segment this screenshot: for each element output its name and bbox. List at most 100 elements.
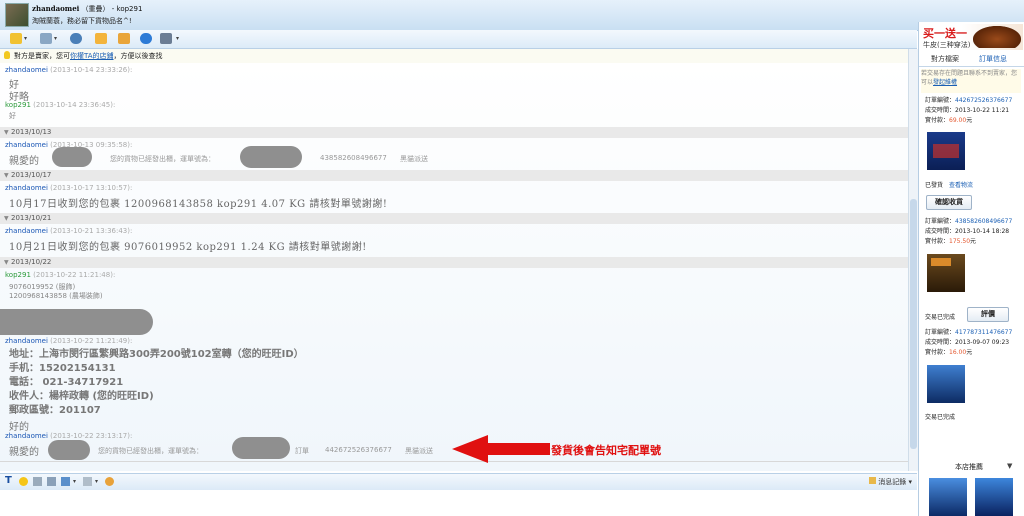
track-shipment-link[interactable]: 查看物流 — [949, 182, 973, 189]
postcode-line: 郵政區號：201107 — [9, 405, 101, 416]
message-text: 好 — [9, 112, 16, 120]
recipient-line: 收件人：楊梓政轉 (您的旺旺ID) — [9, 391, 154, 402]
title-bar: zhandaomei （重疊） - kop291 淘賊蘭蓑，務必留下貨物品名^! — [0, 0, 1024, 31]
tab-profile[interactable]: 對方檔案 — [931, 54, 959, 64]
sender-name: zhandaomei — [5, 432, 48, 440]
recommend-image[interactable] — [975, 478, 1013, 516]
confirm-receipt-button[interactable]: 確認收貨 — [926, 195, 972, 210]
chevron-down-icon[interactable]: ▾ — [24, 35, 27, 42]
ad-subtitle: 牛皮(三种穿法) — [923, 41, 971, 49]
contact-icon[interactable] — [160, 33, 172, 44]
tel-line: 電話： 021-34717921 — [9, 377, 124, 388]
product-image[interactable] — [927, 365, 965, 403]
review-button[interactable]: 評價 — [967, 307, 1009, 322]
message-greeting: 親愛的 — [9, 447, 39, 458]
template-icon[interactable] — [61, 477, 70, 486]
redacted-image — [0, 309, 153, 335]
chevron-down-icon[interactable]: ▾ — [54, 35, 57, 42]
tracking-number: 442672526376677 — [325, 446, 392, 454]
sender-name: zhandaomei — [5, 141, 48, 149]
collapse-icon[interactable]: ▼ — [4, 172, 9, 179]
collapse-icon[interactable]: ▼ — [4, 129, 9, 136]
timestamp: (2013-10-22 23:13:17): — [50, 432, 133, 440]
chat-history[interactable]: zhandaomei (2013-10-14 23:33:26): 好 好略 k… — [0, 63, 908, 471]
product-image[interactable] — [927, 254, 965, 292]
recommend-image[interactable] — [929, 478, 967, 516]
phrase-icon[interactable] — [83, 477, 92, 486]
order-info: 訂單編號：417787311476677 成交時間：2013-09-07 09:… — [925, 329, 1013, 356]
chevron-down-icon[interactable]: ▾ — [73, 478, 82, 487]
redacted-name — [232, 437, 290, 459]
folder-icon[interactable] — [95, 33, 107, 44]
chevron-down-icon[interactable]: ▾ — [95, 478, 104, 487]
shop-link[interactable]: 你權TA的店鋪 — [70, 52, 114, 60]
sender-name: zhandaomei — [5, 184, 48, 192]
lightbulb-icon — [4, 51, 10, 59]
message-header: zhandaomei (2013-10-22 11:21:49): — [5, 337, 132, 345]
sender-name: zhandaomei — [5, 337, 48, 345]
contact-signature: 淘賊蘭蓑，務必留下貨物品名^! — [32, 17, 132, 25]
order-number[interactable]: 442672526376677 — [955, 97, 1012, 104]
message-header: zhandaomei (2013-10-17 13:10:57): — [5, 184, 132, 192]
shake-icon[interactable] — [105, 477, 114, 486]
tab-orders[interactable]: 訂單信息 — [979, 54, 1007, 64]
order-label: 訂單 — [295, 447, 309, 455]
message-greeting: 親愛的 — [9, 156, 39, 167]
order-status: 已發貨 查看物流 — [925, 182, 974, 189]
chevron-down-icon[interactable]: ▾ — [176, 35, 179, 42]
ad-banner[interactable]: 买一送一 牛皮(三种穿法) — [921, 24, 1023, 50]
folder-icon[interactable] — [10, 33, 22, 44]
message-text: 1200968143858 (農場裝飾) — [9, 292, 103, 300]
history-button[interactable]: 消息記錄 ▾ — [869, 477, 912, 487]
title-separator: - — [109, 5, 117, 13]
message-input[interactable] — [0, 490, 917, 516]
contact-header: zhandaomei （重疊） - kop291 — [32, 4, 142, 14]
redacted-name — [240, 146, 302, 168]
order-status: 交易已完成 — [925, 414, 956, 421]
image-icon[interactable] — [47, 477, 56, 486]
courier-name: 黑貓派送 — [405, 447, 433, 455]
webcam-icon[interactable] — [70, 33, 82, 44]
redacted-name — [48, 440, 90, 460]
notice-suffix: ，方便以後查找 — [113, 52, 163, 60]
order-number[interactable]: 438582608496677 — [955, 218, 1012, 225]
dispute-link[interactable]: 發起維權 — [933, 79, 957, 86]
timestamp: (2013-10-22 11:21:48): — [33, 271, 116, 279]
message-text: 10月21日收到您的包裹 9076019952 kop291 1.24 KG 請… — [9, 242, 367, 253]
timestamp: (2013-10-21 13:36:43): — [50, 227, 133, 235]
chat-toolbar: ▾ ▾ ▾ — [0, 30, 917, 49]
product-image[interactable] — [927, 132, 965, 170]
order-number[interactable]: 417787311476677 — [955, 329, 1012, 336]
chevron-down-icon[interactable]: ▼ — [1007, 462, 1012, 470]
date-separator: ▼ 2013/10/22 — [0, 257, 908, 268]
dispute-tip: 若交易存在問題且聯系不到賣家，您可以發起維權 — [921, 69, 1021, 93]
sender-name: kop291 — [5, 101, 31, 109]
message-text: 您的貨物已經發出櫃，運單號為： — [98, 447, 203, 455]
own-id: kop291 — [116, 5, 143, 13]
contact-avatar[interactable] — [5, 3, 29, 27]
contact-status: （重疊） — [81, 5, 110, 13]
file-icon[interactable] — [118, 33, 130, 44]
chat-scrollbar[interactable] — [908, 49, 918, 471]
courier-name: 黑貓派送 — [400, 155, 428, 163]
collapse-icon[interactable]: ▼ — [4, 215, 9, 222]
timestamp: (2013-10-14 23:33:26): — [50, 66, 133, 74]
sidebar-tabs: 對方檔案 訂單信息 — [919, 52, 1024, 67]
emoji-icon[interactable] — [19, 477, 28, 486]
address-line: 地址：上海市閔行區繁興路300弄200號102室轉（您的旺旺ID） — [9, 349, 304, 360]
notice-bar: 對方是賣家，您可你權TA的店鋪，方便以後查找 — [0, 49, 908, 64]
font-icon[interactable]: T — [5, 475, 14, 486]
sender-name: zhandaomei — [5, 66, 48, 74]
ad-title: 买一送一 — [923, 27, 967, 40]
screenshot-icon[interactable] — [33, 477, 42, 486]
robot-icon[interactable] — [40, 33, 52, 44]
collapse-icon[interactable]: ▼ — [4, 259, 9, 266]
redacted-name — [52, 147, 92, 167]
date-separator: ▼ 2013/10/21 — [0, 213, 908, 224]
globe-icon[interactable] — [140, 33, 152, 44]
message-header: kop291 (2013-10-22 11:21:48): — [5, 271, 115, 279]
timestamp: (2013-10-22 11:21:49): — [50, 337, 133, 345]
history-icon — [869, 477, 877, 484]
message-text: 10月17日收到您的包裹 1200968143858 kop291 4.07 K… — [9, 199, 388, 210]
scroll-thumb[interactable] — [910, 199, 917, 449]
